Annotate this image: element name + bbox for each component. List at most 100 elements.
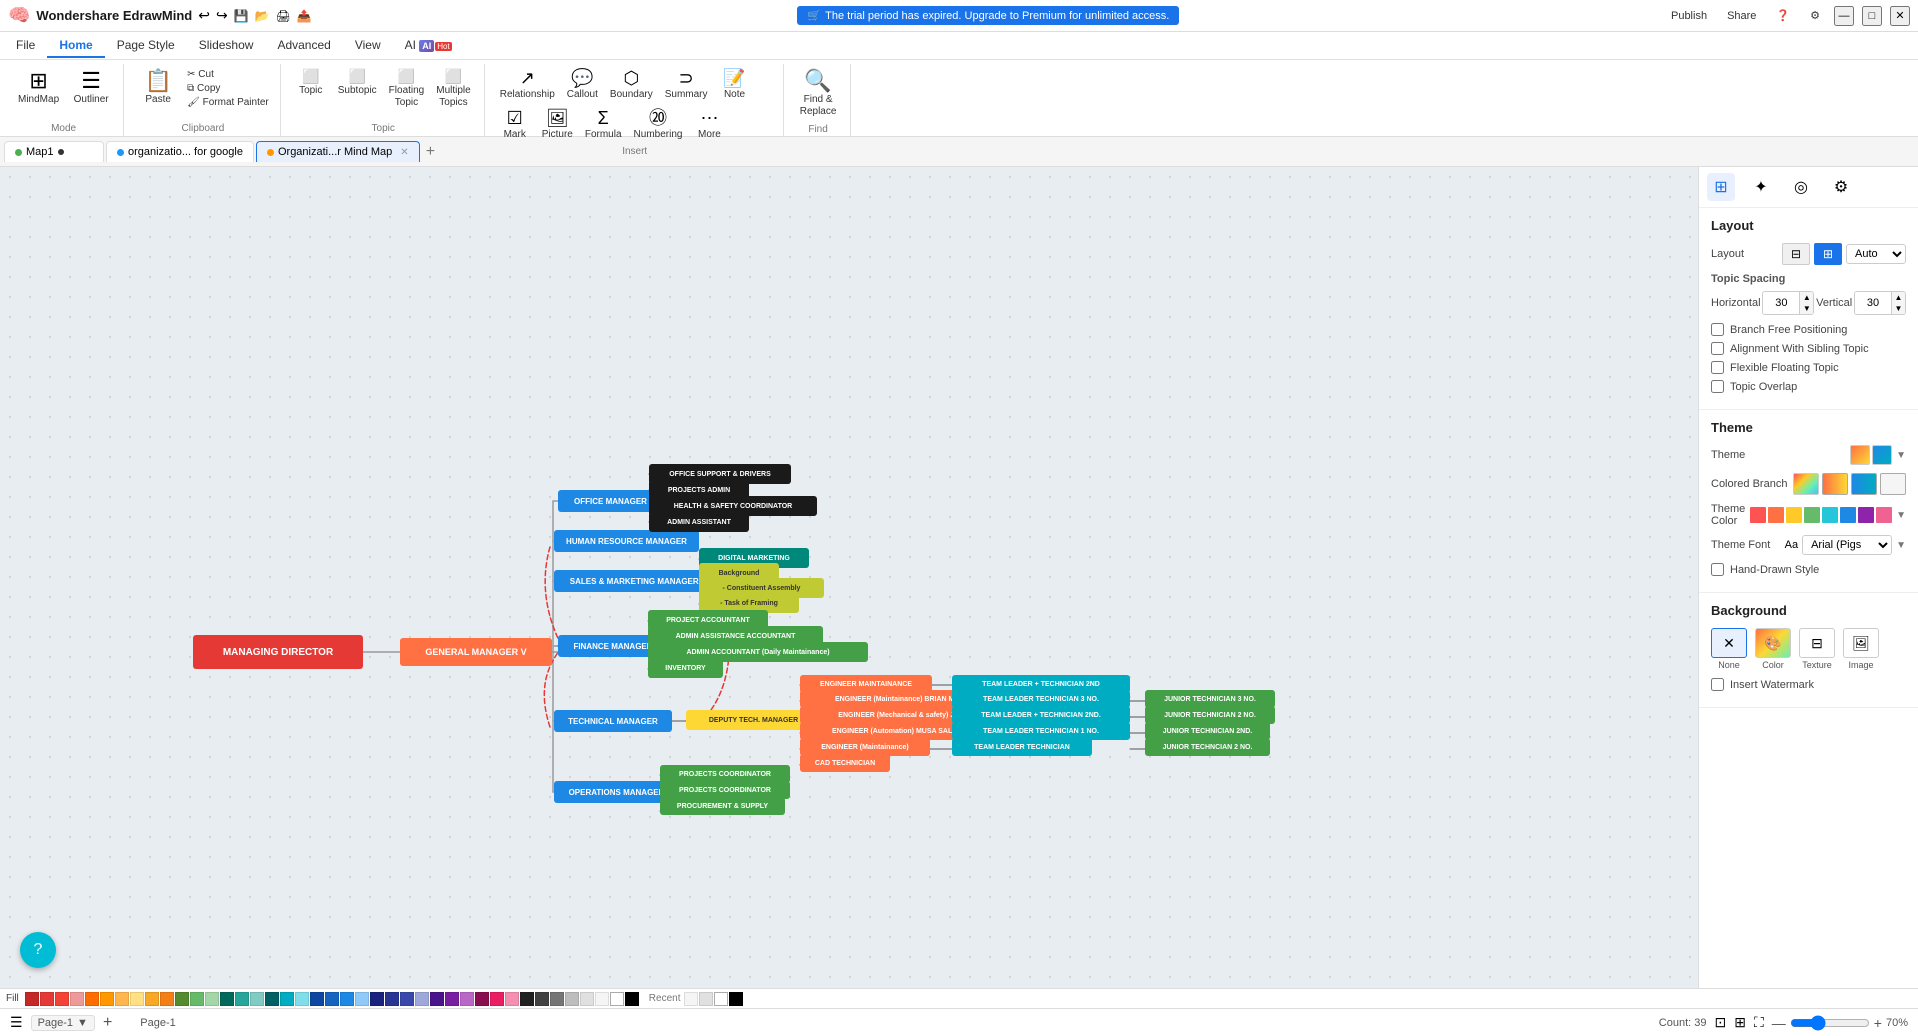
swatch-purple[interactable]	[1858, 507, 1874, 523]
palette-swatch[interactable]	[205, 992, 219, 1006]
palette-swatch[interactable]	[505, 992, 519, 1006]
format-painter-btn[interactable]: 🖌 Format Painter	[184, 96, 272, 109]
palette-swatch[interactable]	[130, 992, 144, 1006]
recent-swatch[interactable]	[729, 992, 743, 1006]
mindmap-btn[interactable]: ⊞ MindMap	[12, 66, 65, 110]
node-managing[interactable]: MANAGING DIRECTOR	[193, 635, 363, 669]
palette-swatch[interactable]	[175, 992, 189, 1006]
palette-swatch[interactable]	[445, 992, 459, 1006]
panel-navigation-icon[interactable]: ◎	[1787, 173, 1815, 201]
swatch-cyan[interactable]	[1822, 507, 1838, 523]
branch-swatch-4[interactable]	[1880, 473, 1906, 495]
topic-overlap-checkbox[interactable]	[1711, 380, 1724, 393]
layout-dropdown[interactable]: Auto	[1846, 244, 1906, 264]
close-btn[interactable]: ✕	[1890, 6, 1910, 26]
palette-swatch[interactable]	[265, 992, 279, 1006]
zoom-in-btn[interactable]: +	[1874, 1015, 1882, 1031]
palette-swatch[interactable]	[610, 992, 624, 1006]
panel-layout-icon[interactable]: ⊞	[1707, 173, 1735, 201]
tab-org-google[interactable]: organizatio... for google	[106, 141, 254, 162]
zoom-slider[interactable]	[1790, 1015, 1870, 1031]
fullscreen-btn[interactable]: ⛶	[1754, 1014, 1764, 1031]
palette-swatch[interactable]	[535, 992, 549, 1006]
palette-swatch[interactable]	[250, 992, 264, 1006]
node-inventory[interactable]: INVENTORY	[648, 658, 723, 678]
layout-selector[interactable]: ⊟ ⊞ Auto	[1782, 243, 1906, 265]
bg-none[interactable]: ✕ None	[1711, 628, 1747, 670]
page-selector[interactable]: Page-1 ▼	[31, 1015, 95, 1031]
tab-page-style[interactable]: Page Style	[105, 34, 187, 58]
tab-mindmap-close[interactable]: ✕	[400, 147, 408, 158]
tab-file[interactable]: File	[4, 34, 47, 58]
settings-btn[interactable]: ⚙	[1804, 7, 1826, 24]
copy-btn[interactable]: ⧉ Copy	[184, 82, 272, 95]
palette-swatch[interactable]	[415, 992, 429, 1006]
palette-swatch[interactable]	[400, 992, 414, 1006]
find-replace-btn[interactable]: 🔍 Find &Replace	[794, 66, 843, 122]
palette-swatch[interactable]	[550, 992, 564, 1006]
font-dropdown[interactable]: Arial (Pigs	[1802, 535, 1892, 555]
palette-swatch[interactable]	[85, 992, 99, 1006]
watermark-checkbox[interactable]	[1711, 678, 1724, 691]
theme-preset-btn[interactable]	[1850, 445, 1870, 465]
export-btn[interactable]: 📤	[297, 9, 312, 23]
minimize-btn[interactable]: —	[1834, 6, 1854, 26]
help-float-btn[interactable]: ?	[20, 932, 56, 968]
node-cad-tech[interactable]: CAD TECHNICIAN	[800, 754, 890, 772]
help-btn[interactable]: ❓	[1770, 7, 1796, 24]
palette-swatch[interactable]	[625, 992, 639, 1006]
palette-swatch[interactable]	[295, 992, 309, 1006]
numbering-btn[interactable]: ⑳ Numbering	[629, 106, 688, 144]
palette-swatch[interactable]	[115, 992, 129, 1006]
mark-btn[interactable]: ☑ Mark	[495, 106, 535, 144]
zoom-fit-btn[interactable]: ⊞	[1734, 1014, 1746, 1031]
h-up-btn[interactable]: ▲	[1799, 292, 1813, 303]
tab-map1[interactable]: Map1	[4, 141, 104, 162]
recent-swatch[interactable]	[684, 992, 698, 1006]
quick-save-btn[interactable]: 💾	[234, 9, 249, 23]
node-procurement[interactable]: PROCUREMENT & SUPPLY	[660, 797, 785, 815]
palette-swatch[interactable]	[490, 992, 504, 1006]
layout-btn-left[interactable]: ⊞	[1814, 243, 1842, 265]
node-junior-2c[interactable]: JUNIOR TECHNCIAN 2 NO.	[1145, 738, 1270, 756]
floating-topic-btn[interactable]: ⬜ FloatingTopic	[384, 66, 430, 112]
theme-preset-btn2[interactable]	[1872, 445, 1892, 465]
palette-swatch[interactable]	[160, 992, 174, 1006]
tab-ai[interactable]: AI AIHot	[393, 34, 464, 58]
bg-image[interactable]: 🖼 Image	[1843, 628, 1879, 670]
add-page-btn[interactable]: +	[103, 1014, 112, 1032]
tab-home[interactable]: Home	[47, 34, 104, 58]
node-sales-mgr[interactable]: SALES & MARKETING MANAGER V	[554, 570, 722, 592]
toggle-sidebar-btn[interactable]: ☰	[10, 1014, 23, 1031]
palette-swatch[interactable]	[145, 992, 159, 1006]
publish-btn[interactable]: Publish	[1665, 8, 1713, 24]
palette-swatch[interactable]	[310, 992, 324, 1006]
palette-swatch[interactable]	[40, 992, 54, 1006]
palette-swatch[interactable]	[100, 992, 114, 1006]
branch-swatch-2[interactable]	[1822, 473, 1848, 495]
paste-btn[interactable]: 📋 Paste	[134, 66, 182, 110]
recent-swatch[interactable]	[714, 992, 728, 1006]
palette-swatch[interactable]	[385, 992, 399, 1006]
node-general[interactable]: GENERAL MANAGER V	[400, 638, 552, 666]
vertical-spinner[interactable]: ▲ ▼	[1854, 291, 1906, 315]
palette-swatch[interactable]	[55, 992, 69, 1006]
tab-org-mindmap[interactable]: Organizati...r Mind Map ✕	[256, 141, 420, 162]
relationship-btn[interactable]: ↗ Relationship	[495, 66, 560, 104]
palette-swatch[interactable]	[595, 992, 609, 1006]
print-btn[interactable]: 🖨	[276, 9, 291, 23]
node-hr-mgr[interactable]: HUMAN RESOURCE MANAGER	[554, 530, 699, 552]
trial-banner[interactable]: 🛒 The trial period has expired. Upgrade …	[797, 6, 1179, 25]
node-office-mgr[interactable]: OFFICE MANAGER	[558, 490, 663, 512]
outliner-btn[interactable]: ☰ Outliner	[67, 66, 115, 110]
palette-swatch[interactable]	[475, 992, 489, 1006]
picture-btn[interactable]: 🖼 Picture	[537, 106, 578, 144]
node-tech-mgr[interactable]: TECHNICAL MANAGER	[554, 710, 672, 732]
v-down-btn[interactable]: ▼	[1891, 303, 1905, 314]
swatch-blue[interactable]	[1840, 507, 1856, 523]
flexible-floating-checkbox[interactable]	[1711, 361, 1724, 374]
palette-swatch[interactable]	[235, 992, 249, 1006]
palette-swatch[interactable]	[355, 992, 369, 1006]
swatch-pink[interactable]	[1876, 507, 1892, 523]
palette-swatch[interactable]	[280, 992, 294, 1006]
